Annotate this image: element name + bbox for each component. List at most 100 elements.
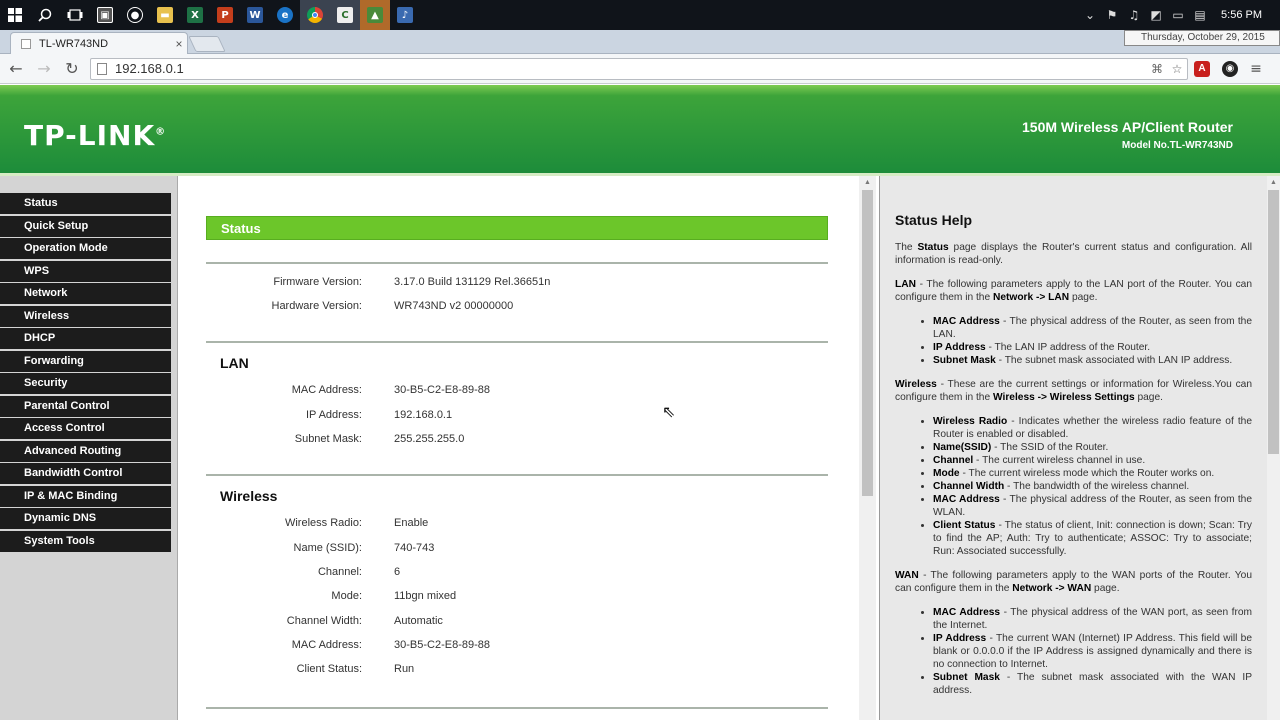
ssid-label: Name (SSID): [293, 542, 362, 554]
mode-value: 11bgn mixed [394, 590, 457, 602]
taskbar: ▣ ● ▬ X P W e C ▲ ♪ ⌄ ⚑ ♫ ◩ ▭ ▤ 5:56 PM [0, 0, 1280, 30]
address-bar[interactable]: 192.168.0.1 ⌘ ☆ [90, 57, 1188, 80]
list-item: Channel - The current wireless channel i… [933, 454, 1252, 467]
forward-icon[interactable]: → [32, 57, 56, 81]
channel-width-label: Channel Width: [286, 615, 362, 627]
notifications-icon[interactable]: ▤ [1189, 8, 1211, 22]
client-status-label: Client Status: [296, 663, 362, 675]
sidebar-item-advanced-routing[interactable]: Advanced Routing [0, 440, 171, 462]
file-explorer-icon[interactable]: ▬ [150, 0, 180, 30]
star-icon[interactable]: ☆ [1167, 62, 1187, 76]
network-icon[interactable]: ◩ [1145, 8, 1167, 22]
wireless-radio-value: Enable [394, 517, 429, 529]
scroll-thumb[interactable] [862, 190, 873, 496]
lan-mac-value: 30-B5-C2-E8-89-88 [394, 384, 490, 396]
sidebar-item-access-control[interactable]: Access Control [0, 418, 171, 439]
chrome-icon[interactable] [300, 0, 330, 30]
lan-mask-value: 255.255.255.0 [394, 433, 465, 445]
divider [206, 262, 828, 264]
wireless-section-title: Wireless [220, 488, 278, 504]
client-status-value: Run [394, 663, 415, 675]
lan-ip-value: 192.168.0.1 [394, 409, 453, 421]
windows-start-icon[interactable] [0, 0, 30, 30]
task-view-icon[interactable] [60, 0, 90, 30]
powerpoint-icon[interactable]: P [210, 0, 240, 30]
sidebar-item-security[interactable]: Security [0, 373, 171, 394]
app-icon[interactable]: ♪ [390, 0, 420, 30]
hardware-label: Hardware Version: [271, 300, 363, 312]
menu-icon[interactable]: ≡ [1244, 61, 1268, 77]
tab-strip: TL-WR743ND × [0, 30, 1280, 54]
scroll-up-icon[interactable]: ▲ [859, 176, 876, 190]
reload-icon[interactable]: ↻ [60, 57, 84, 81]
channel-label: Channel: [317, 566, 362, 578]
sidebar-item-parental-control[interactable]: Parental Control [0, 395, 171, 417]
scroll-up-icon[interactable]: ▲ [1267, 176, 1280, 190]
list-item: Subnet Mask - The subnet mask associated… [933, 354, 1252, 367]
firmware-label: Firmware Version: [273, 276, 362, 288]
lan-ip-label: IP Address: [305, 409, 362, 421]
firmware-value: 3.17.0 Build 131129 Rel.36651n [394, 276, 551, 288]
translate-icon[interactable]: ⌘ [1147, 62, 1167, 76]
page-favicon-icon [21, 38, 31, 49]
main-scrollbar[interactable]: ▲ [859, 176, 876, 720]
new-tab-button[interactable] [188, 36, 226, 52]
scroll-thumb[interactable] [1268, 190, 1279, 454]
battery-icon[interactable]: ▭ [1167, 8, 1189, 22]
back-icon[interactable]: ← [4, 57, 28, 81]
product-name: 150M Wireless AP/Client Router [1022, 119, 1233, 135]
media-icon[interactable]: ● [120, 0, 150, 30]
help-frame: Status Help The Status page displays the… [879, 176, 1280, 720]
divider [206, 474, 828, 476]
word-icon[interactable]: W [240, 0, 270, 30]
sidebar-item-bandwidth-control[interactable]: Bandwidth Control [0, 463, 171, 484]
help-scrollbar[interactable]: ▲ [1267, 176, 1280, 720]
help-lan: LAN - The following parameters apply to … [895, 279, 1252, 303]
list-item: Wireless Radio - Indicates whether the w… [933, 415, 1252, 441]
sidebar-menu: Status Quick Setup Operation Mode WPS Ne… [0, 176, 178, 720]
wireless-mac-label: MAC Address: [291, 639, 362, 651]
sidebar-item-wireless[interactable]: Wireless [0, 305, 171, 327]
browser-toolbar: ← → ↻ 192.168.0.1 ⌘ ☆ A ◉ ≡ [0, 54, 1280, 84]
sidebar-item-network[interactable]: Network [0, 283, 171, 304]
extension-icon[interactable]: ◉ [1216, 57, 1244, 81]
sidebar-item-ip-mac-binding[interactable]: IP & MAC Binding [0, 485, 171, 507]
list-item: MAC Address - The physical address of th… [933, 315, 1252, 341]
mode-label: Mode: [331, 590, 362, 602]
volume-icon[interactable]: ♫ [1123, 8, 1145, 22]
help-wan: WAN - The following parameters apply to … [895, 570, 1252, 594]
channel-value: 6 [394, 566, 401, 578]
sidebar-item-operation-mode[interactable]: Operation Mode [0, 238, 171, 259]
sidebar-item-forwarding[interactable]: Forwarding [0, 350, 171, 372]
network-tool-icon[interactable]: ▲ [360, 0, 390, 30]
wireless-mac-value: 30-B5-C2-E8-89-88 [394, 639, 490, 651]
sidebar-item-system-tools[interactable]: System Tools [0, 530, 171, 552]
help-wan-list: MAC Address - The physical address of th… [933, 606, 1252, 697]
lan-mac-label: MAC Address: [291, 384, 362, 396]
sidebar-item-dynamic-dns[interactable]: Dynamic DNS [0, 508, 171, 529]
help-wireless: Wireless - These are the current setting… [895, 379, 1252, 403]
help-intro: The Status page displays the Router's cu… [895, 242, 1252, 266]
browser-tab[interactable]: TL-WR743ND × [10, 32, 188, 54]
ssid-value: 740-743 [394, 542, 435, 554]
clock[interactable]: 5:56 PM [1211, 9, 1280, 21]
camtasia-icon[interactable]: C [330, 0, 360, 30]
search-icon[interactable] [30, 0, 60, 30]
divider [206, 341, 828, 343]
close-icon[interactable]: × [171, 37, 187, 51]
excel-icon[interactable]: X [180, 0, 210, 30]
help-title: Status Help [895, 212, 973, 228]
sidebar-item-quick-setup[interactable]: Quick Setup [0, 215, 171, 237]
help-content: Status Help The Status page displays the… [895, 212, 1252, 708]
url-text[interactable]: 192.168.0.1 [115, 61, 1147, 76]
store-icon[interactable]: ▣ [90, 0, 120, 30]
pdf-extension-icon[interactable]: A [1188, 57, 1216, 81]
security-icon[interactable]: ⚑ [1101, 8, 1123, 22]
sidebar-item-wps[interactable]: WPS [0, 260, 171, 282]
sidebar-item-status[interactable]: Status [0, 193, 171, 214]
status-frame: Status Firmware Version: 3.17.0 Build 13… [178, 176, 876, 720]
sidebar-item-dhcp[interactable]: DHCP [0, 328, 171, 349]
chevron-up-icon[interactable]: ⌄ [1079, 8, 1101, 22]
edge-icon[interactable]: e [270, 0, 300, 30]
page-title: Status [206, 216, 828, 240]
